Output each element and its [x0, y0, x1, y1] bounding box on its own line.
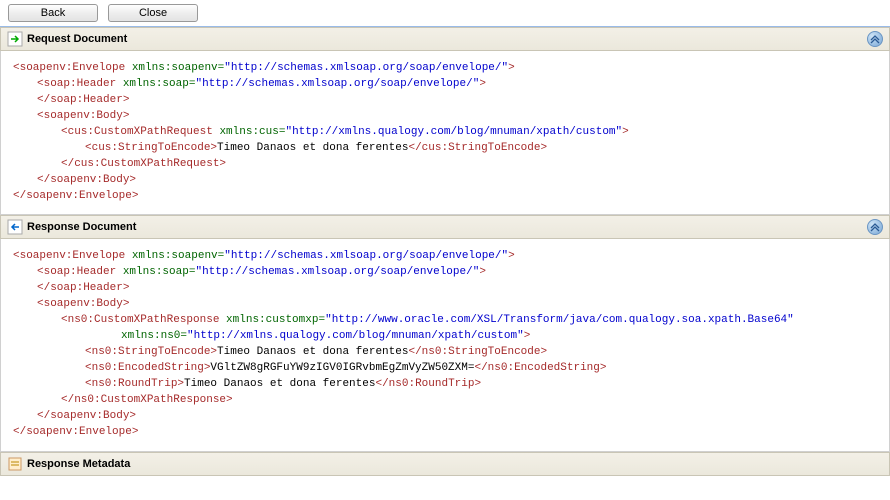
- request-panel-title: Request Document: [27, 33, 867, 45]
- back-button[interactable]: Back: [8, 4, 98, 22]
- response-arrow-icon: [7, 219, 23, 235]
- response-panel-header[interactable]: Response Document: [0, 215, 890, 239]
- request-arrow-icon: [7, 31, 23, 47]
- close-button[interactable]: Close: [108, 4, 198, 22]
- toolbar: Back Close: [0, 0, 890, 27]
- response-panel-title: Response Document: [27, 221, 867, 233]
- metadata-panel-title: Response Metadata: [27, 458, 883, 470]
- request-xml-body: <soapenv:Envelope xmlns:soapenv="http://…: [0, 51, 890, 215]
- response-xml-body: <soapenv:Envelope xmlns:soapenv="http://…: [0, 239, 890, 451]
- metadata-icon: [7, 456, 23, 472]
- collapse-button[interactable]: [867, 219, 883, 235]
- metadata-panel-header[interactable]: Response Metadata: [0, 452, 890, 476]
- request-panel-header[interactable]: Request Document: [0, 27, 890, 51]
- collapse-button[interactable]: [867, 31, 883, 47]
